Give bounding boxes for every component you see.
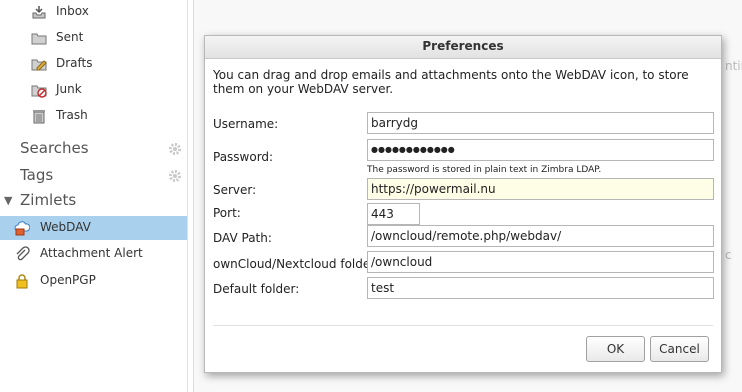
folder-junk[interactable]: Junk [0, 78, 187, 104]
gear-icon[interactable] [168, 169, 182, 183]
username-label: Username: [213, 117, 279, 131]
owncloud-folder-field[interactable]: /owncloud [367, 251, 714, 273]
trash-icon [31, 108, 47, 124]
dav-path-field[interactable]: /owncloud/remote.php/webdav/ [367, 225, 714, 247]
password-note: The password is stored in plain text in … [367, 165, 602, 175]
owncloud-folder-label: ownCloud/Nextcloud folder: [213, 257, 380, 271]
ok-button[interactable]: OK [586, 336, 645, 362]
zimlet-openpgp[interactable]: OpenPGP [0, 269, 187, 293]
server-label: Server: [213, 183, 257, 197]
default-folder-field[interactable]: test [367, 277, 714, 299]
searches-label: Searches [20, 139, 89, 157]
dialog-intro-text: You can drag and drop emails and attachm… [213, 68, 689, 96]
zimlets-label: Zimlets [20, 191, 77, 209]
searches-header[interactable]: Searches [0, 137, 187, 163]
gear-icon[interactable] [168, 142, 182, 156]
cancel-button[interactable]: Cancel [650, 336, 709, 362]
username-field[interactable]: barrydg [367, 112, 714, 134]
dialog-divider [213, 325, 713, 326]
tags-label: Tags [20, 166, 54, 184]
preferences-dialog: Preferences You can drag and drop emails… [204, 35, 722, 373]
dav-path-label: DAV Path: [213, 231, 272, 245]
zimlet-label: WebDAV [40, 220, 91, 234]
dialog-title[interactable]: Preferences [205, 36, 721, 59]
lock-icon [14, 273, 30, 289]
port-field[interactable]: 443 [367, 203, 420, 225]
expand-triangle-icon[interactable]: ▼ [4, 194, 12, 207]
folder-label: Drafts [56, 56, 93, 70]
server-field[interactable]: https://powermail.nu [367, 178, 714, 200]
port-label: Port: [213, 206, 241, 220]
junk-icon [31, 82, 47, 98]
folder-drafts[interactable]: Drafts [0, 52, 187, 78]
default-folder-label: Default folder: [213, 282, 300, 296]
inbox-icon [31, 4, 47, 20]
zimlet-label: OpenPGP [40, 273, 96, 287]
folder-label: Trash [56, 108, 88, 122]
zimlets-header[interactable]: ▼ Zimlets [0, 189, 187, 215]
password-label: Password: [213, 150, 274, 164]
zimlet-label: Attachment Alert [40, 246, 143, 260]
drafts-icon [31, 56, 47, 72]
background-text: c [725, 248, 732, 262]
folder-label: Inbox [56, 4, 89, 18]
sidebar: Inbox Sent Drafts Junk Trash Searches Ta… [0, 0, 188, 392]
folder-inbox[interactable]: Inbox [0, 0, 187, 26]
zimlet-attachment-alert[interactable]: Attachment Alert [0, 242, 187, 266]
webdav-icon [14, 220, 31, 236]
folder-label: Junk [56, 82, 82, 96]
folder-sent[interactable]: Sent [0, 26, 187, 52]
paperclip-icon [14, 246, 30, 262]
folder-label: Sent [56, 30, 84, 44]
password-field[interactable]: ●●●●●●●●●●●● [367, 139, 714, 161]
background-text: ntinu [725, 59, 742, 73]
folder-trash[interactable]: Trash [0, 104, 187, 130]
zimlet-webdav[interactable]: WebDAV [0, 216, 187, 240]
sent-folder-icon [31, 30, 47, 46]
tags-header[interactable]: Tags [0, 164, 187, 190]
